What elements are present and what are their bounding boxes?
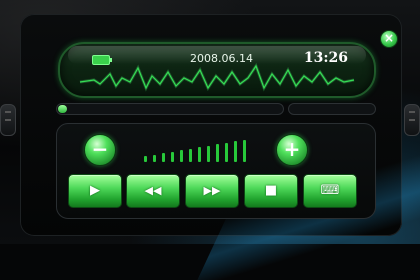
rewind-button[interactable]: ◀◀ bbox=[126, 174, 180, 208]
play-icon: ▶ bbox=[90, 183, 100, 198]
volume-bar bbox=[234, 141, 237, 162]
stop-button[interactable]: ■ bbox=[244, 174, 298, 208]
plus-icon: + bbox=[283, 137, 301, 161]
progress-bar[interactable] bbox=[56, 103, 284, 115]
keypad-button[interactable]: ⌨ bbox=[303, 174, 357, 208]
minus-icon: − bbox=[91, 137, 109, 161]
volume-down-button[interactable]: − bbox=[84, 134, 116, 166]
fast-forward-icon: ▶▶ bbox=[203, 184, 221, 197]
waveform bbox=[79, 62, 355, 92]
left-grip bbox=[0, 104, 16, 136]
volume-up-button[interactable]: + bbox=[276, 134, 308, 166]
volume-bar bbox=[171, 151, 174, 162]
fast-forward-button[interactable]: ▶▶ bbox=[185, 174, 239, 208]
right-grip bbox=[404, 104, 420, 136]
status-display: 2008.06.14 13:26 bbox=[58, 42, 376, 98]
volume-bar bbox=[207, 145, 210, 162]
rewind-icon: ◀◀ bbox=[144, 184, 162, 197]
stop-icon: ■ bbox=[264, 183, 278, 198]
volume-bar bbox=[216, 144, 219, 162]
secondary-bar[interactable] bbox=[288, 103, 376, 115]
volume-bar bbox=[225, 142, 228, 162]
volume-bar bbox=[198, 147, 201, 162]
volume-bar bbox=[144, 156, 147, 162]
volume-bar bbox=[162, 153, 165, 162]
waveform-glow bbox=[79, 62, 355, 92]
volume-bar bbox=[243, 139, 246, 162]
keypad-icon: ⌨ bbox=[320, 183, 340, 198]
volume-bar bbox=[189, 148, 192, 162]
progress-fill bbox=[58, 105, 67, 113]
close-icon: × bbox=[383, 31, 395, 45]
volume-bar bbox=[180, 150, 183, 162]
play-button[interactable]: ▶ bbox=[68, 174, 122, 208]
volume-bar bbox=[153, 154, 156, 162]
close-button[interactable]: × bbox=[380, 30, 398, 48]
volume-level-indicator bbox=[144, 138, 258, 162]
